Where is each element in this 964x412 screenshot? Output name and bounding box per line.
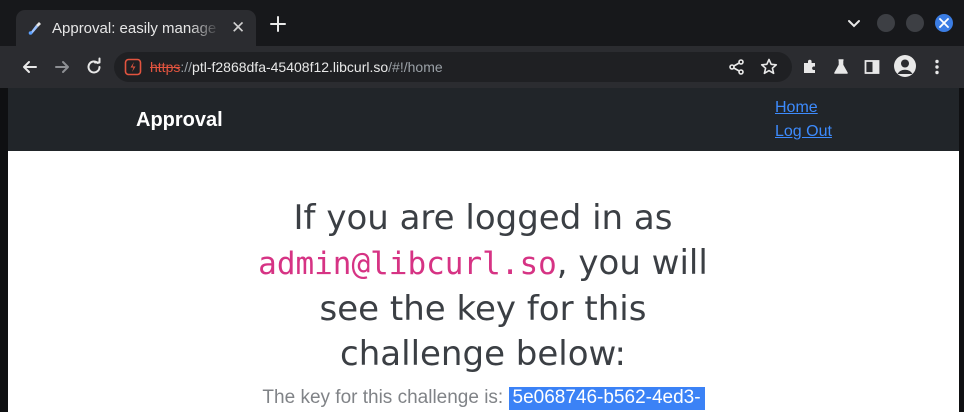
address-bar[interactable]: https://ptl-f2868dfa-45408f12.libcurl.so… xyxy=(114,52,792,82)
side-panel-icon[interactable] xyxy=(862,57,882,77)
url-text: https://ptl-f2868dfa-45408f12.libcurl.so… xyxy=(150,58,443,76)
headline-text-before: If you are logged in as xyxy=(293,198,673,238)
challenge-key-line: The key for this challenge is: 5e068746-… xyxy=(8,386,959,410)
browser-toolbar: https://ptl-f2868dfa-45408f12.libcurl.so… xyxy=(0,46,964,88)
share-icon[interactable] xyxy=(727,57,747,77)
tab-title: Approval: easily manage your approvals xyxy=(52,20,220,37)
challenge-key-label: The key for this challenge is: xyxy=(262,387,509,408)
profile-icon xyxy=(897,59,913,74)
not-secure-icon[interactable] xyxy=(124,58,142,76)
chevron-down-icon[interactable] xyxy=(847,18,861,30)
app-navbar: Approval Home Log Out xyxy=(8,88,959,151)
active-tab[interactable]: Approval: easily manage your approvals ✕ xyxy=(16,10,256,46)
new-tab-icon[interactable] xyxy=(268,14,288,34)
star-icon[interactable] xyxy=(759,57,779,77)
back-icon[interactable] xyxy=(20,57,40,77)
challenge-key-value[interactable]: 5e068746-b562-4ed3- xyxy=(508,387,705,410)
profile-avatar[interactable] xyxy=(894,55,916,77)
close-icon xyxy=(939,18,949,28)
reload-icon[interactable] xyxy=(84,57,104,77)
admin-email: admin@libcurl.so xyxy=(258,246,557,282)
extensions-icon[interactable] xyxy=(800,57,820,77)
paintbrush-icon xyxy=(28,22,41,35)
web-page: Approval Home Log Out If you are logged … xyxy=(8,88,959,412)
minimize-button[interactable] xyxy=(877,14,895,32)
url-path: /#!/home xyxy=(388,59,443,75)
url-separator: :// xyxy=(180,59,193,75)
tab-strip: Approval: easily manage your approvals ✕ xyxy=(0,0,964,46)
tab-close-icon[interactable]: ✕ xyxy=(231,18,245,38)
app-brand[interactable]: Approval xyxy=(136,108,223,132)
labs-icon[interactable] xyxy=(831,57,851,77)
nav-logout-link[interactable]: Log Out xyxy=(775,122,832,142)
forward-icon[interactable] xyxy=(52,57,72,77)
menu-icon[interactable] xyxy=(927,57,947,77)
close-window-button[interactable] xyxy=(935,14,953,32)
url-scheme: https xyxy=(150,59,181,75)
page-headline: If you are logged in as admin@libcurl.so… xyxy=(238,196,728,377)
url-host: ptl-f2868dfa-45408f12.libcurl.so xyxy=(192,59,389,75)
nav-home-link[interactable]: Home xyxy=(775,98,818,118)
maximize-button[interactable] xyxy=(906,14,924,32)
